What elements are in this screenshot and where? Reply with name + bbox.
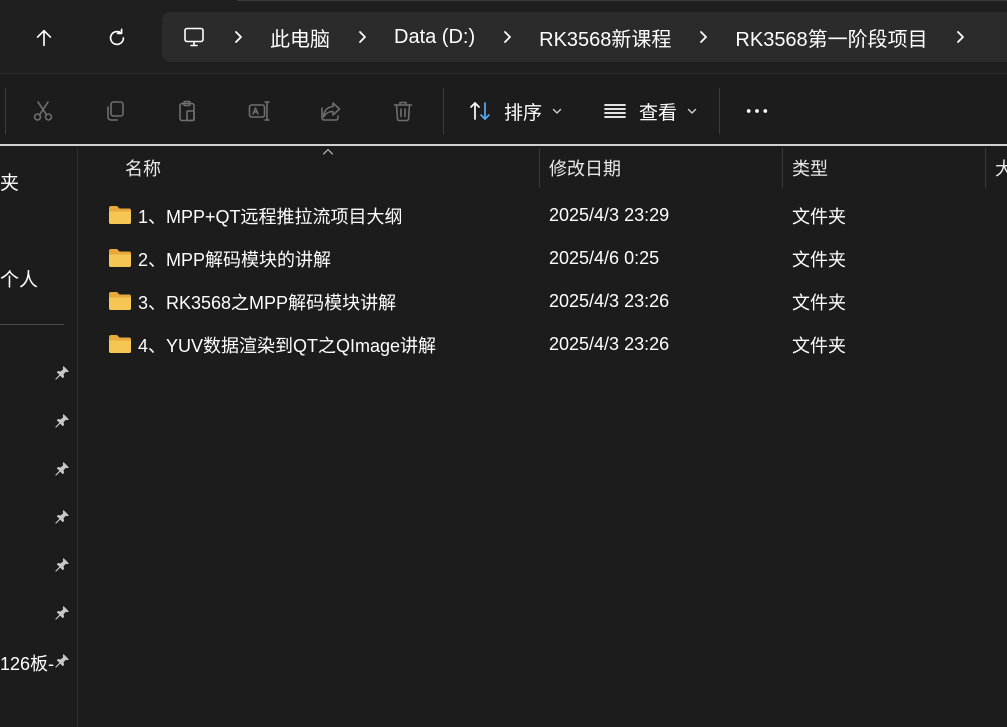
toolbar-divider <box>5 88 6 134</box>
copy-icon <box>107 101 124 121</box>
delete-button[interactable] <box>388 96 418 126</box>
rename-button[interactable] <box>244 96 274 126</box>
sort-label: 排序 <box>504 102 543 124</box>
file-type: 文件夹 <box>792 206 846 227</box>
column-header-modified[interactable]: 修改日期 <box>549 148 621 188</box>
column-header-name[interactable]: 名称 <box>125 148 161 188</box>
arrow-up-icon <box>36 29 52 47</box>
toolbar-divider <box>443 88 444 134</box>
nav-item-partial[interactable]: 夹 <box>0 168 19 195</box>
copy-button[interactable] <box>100 96 130 126</box>
file-name[interactable]: 1、MPP+QT远程推拉流项目大纲 <box>138 194 403 237</box>
navigation-pane: 夹 个人 126板- <box>0 148 78 727</box>
column-header-type[interactable]: 类型 <box>792 148 828 188</box>
file-row[interactable]: 2、MPP解码模块的讲解 2025/4/6 0:25 文件夹 <box>79 237 1007 280</box>
file-name[interactable]: 2、MPP解码模块的讲解 <box>138 237 331 280</box>
view-label: 查看 <box>639 102 678 124</box>
scissors-icon <box>33 101 53 121</box>
file-type: 文件夹 <box>792 335 846 356</box>
title-bar-edge <box>237 0 1007 1</box>
breadcrumb-item-drive[interactable]: Data (D:) <box>394 26 475 49</box>
nav-item-partial[interactable]: 个人 <box>0 265 38 292</box>
file-list: 名称 修改日期 类型 大 1、MPP+QT远程推拉流项目大纲 2025/4/3 … <box>79 148 1007 727</box>
file-name[interactable]: 3、RK3568之MPP解码模块讲解 <box>138 280 396 323</box>
view-button[interactable]: 查看 <box>603 94 697 128</box>
command-bar: 排序 查看 <box>0 74 1007 146</box>
address-bar-row: 此电脑 Data (D:) RK3568新课程 RK3568第一阶段项目 <box>0 0 1007 74</box>
sort-ascending-indicator-icon <box>322 148 334 156</box>
folder-icon <box>108 334 132 354</box>
chevron-down-icon <box>552 107 562 115</box>
sort-button[interactable]: 排序 <box>468 94 562 128</box>
column-resize-handle[interactable] <box>985 148 986 188</box>
chevron-right-icon[interactable] <box>501 30 513 44</box>
pin-icon <box>54 605 70 621</box>
refresh-icon <box>109 28 125 46</box>
column-header-size[interactable]: 大 <box>995 148 1007 188</box>
more-options-button[interactable] <box>742 96 772 126</box>
file-row[interactable]: 3、RK3568之MPP解码模块讲解 2025/4/3 23:26 文件夹 <box>79 280 1007 323</box>
pin-icon <box>54 413 70 429</box>
share-button[interactable] <box>316 96 346 126</box>
chevron-right-icon[interactable] <box>232 30 244 44</box>
sort-icon <box>468 99 492 123</box>
chevron-down-icon <box>687 107 697 115</box>
file-modified: 2025/4/3 23:26 <box>549 334 670 354</box>
file-name[interactable]: 4、YUV数据渲染到QT之QImage讲解 <box>138 323 436 366</box>
pin-icon <box>54 461 70 477</box>
list-view-icon <box>603 99 627 123</box>
pin-icon <box>54 365 70 381</box>
file-type: 文件夹 <box>792 292 846 313</box>
file-type: 文件夹 <box>792 249 846 270</box>
breadcrumb-item-course[interactable]: RK3568新课程 <box>539 23 671 52</box>
cut-button[interactable] <box>28 96 58 126</box>
paste-button[interactable] <box>172 96 202 126</box>
computer-icon[interactable] <box>182 25 206 49</box>
file-modified: 2025/4/6 0:25 <box>549 248 660 268</box>
file-modified: 2025/4/3 23:29 <box>549 205 670 225</box>
breadcrumb[interactable]: 此电脑 Data (D:) RK3568新课程 RK3568第一阶段项目 <box>162 12 1007 62</box>
share-icon <box>321 102 341 121</box>
folder-icon <box>108 248 132 268</box>
nav-item-partial[interactable]: 126板- <box>0 650 54 676</box>
pin-icon <box>54 557 70 573</box>
pin-icon <box>54 653 70 669</box>
breadcrumb-item-stage-project[interactable]: RK3568第一阶段项目 <box>735 23 927 52</box>
up-button[interactable] <box>26 20 62 56</box>
more-icon <box>746 109 768 113</box>
file-modified: 2025/4/3 23:26 <box>549 291 670 311</box>
chevron-right-icon[interactable] <box>954 30 966 44</box>
trash-icon <box>393 101 413 122</box>
chevron-right-icon[interactable] <box>356 30 368 44</box>
breadcrumb-item-this-pc[interactable]: 此电脑 <box>270 23 330 52</box>
folder-icon <box>108 291 132 311</box>
clipboard-icon <box>179 100 195 122</box>
toolbar-divider <box>719 88 720 134</box>
rename-icon <box>248 101 270 121</box>
column-resize-handle[interactable] <box>539 148 540 188</box>
file-row[interactable]: 1、MPP+QT远程推拉流项目大纲 2025/4/3 23:29 文件夹 <box>79 194 1007 237</box>
nav-divider <box>0 324 64 325</box>
file-row[interactable]: 4、YUV数据渲染到QT之QImage讲解 2025/4/3 23:26 文件夹 <box>79 323 1007 366</box>
folder-icon <box>108 205 132 225</box>
refresh-button[interactable] <box>99 20 135 56</box>
pin-icon <box>54 509 70 525</box>
column-resize-handle[interactable] <box>782 148 783 188</box>
chevron-right-icon[interactable] <box>697 30 709 44</box>
